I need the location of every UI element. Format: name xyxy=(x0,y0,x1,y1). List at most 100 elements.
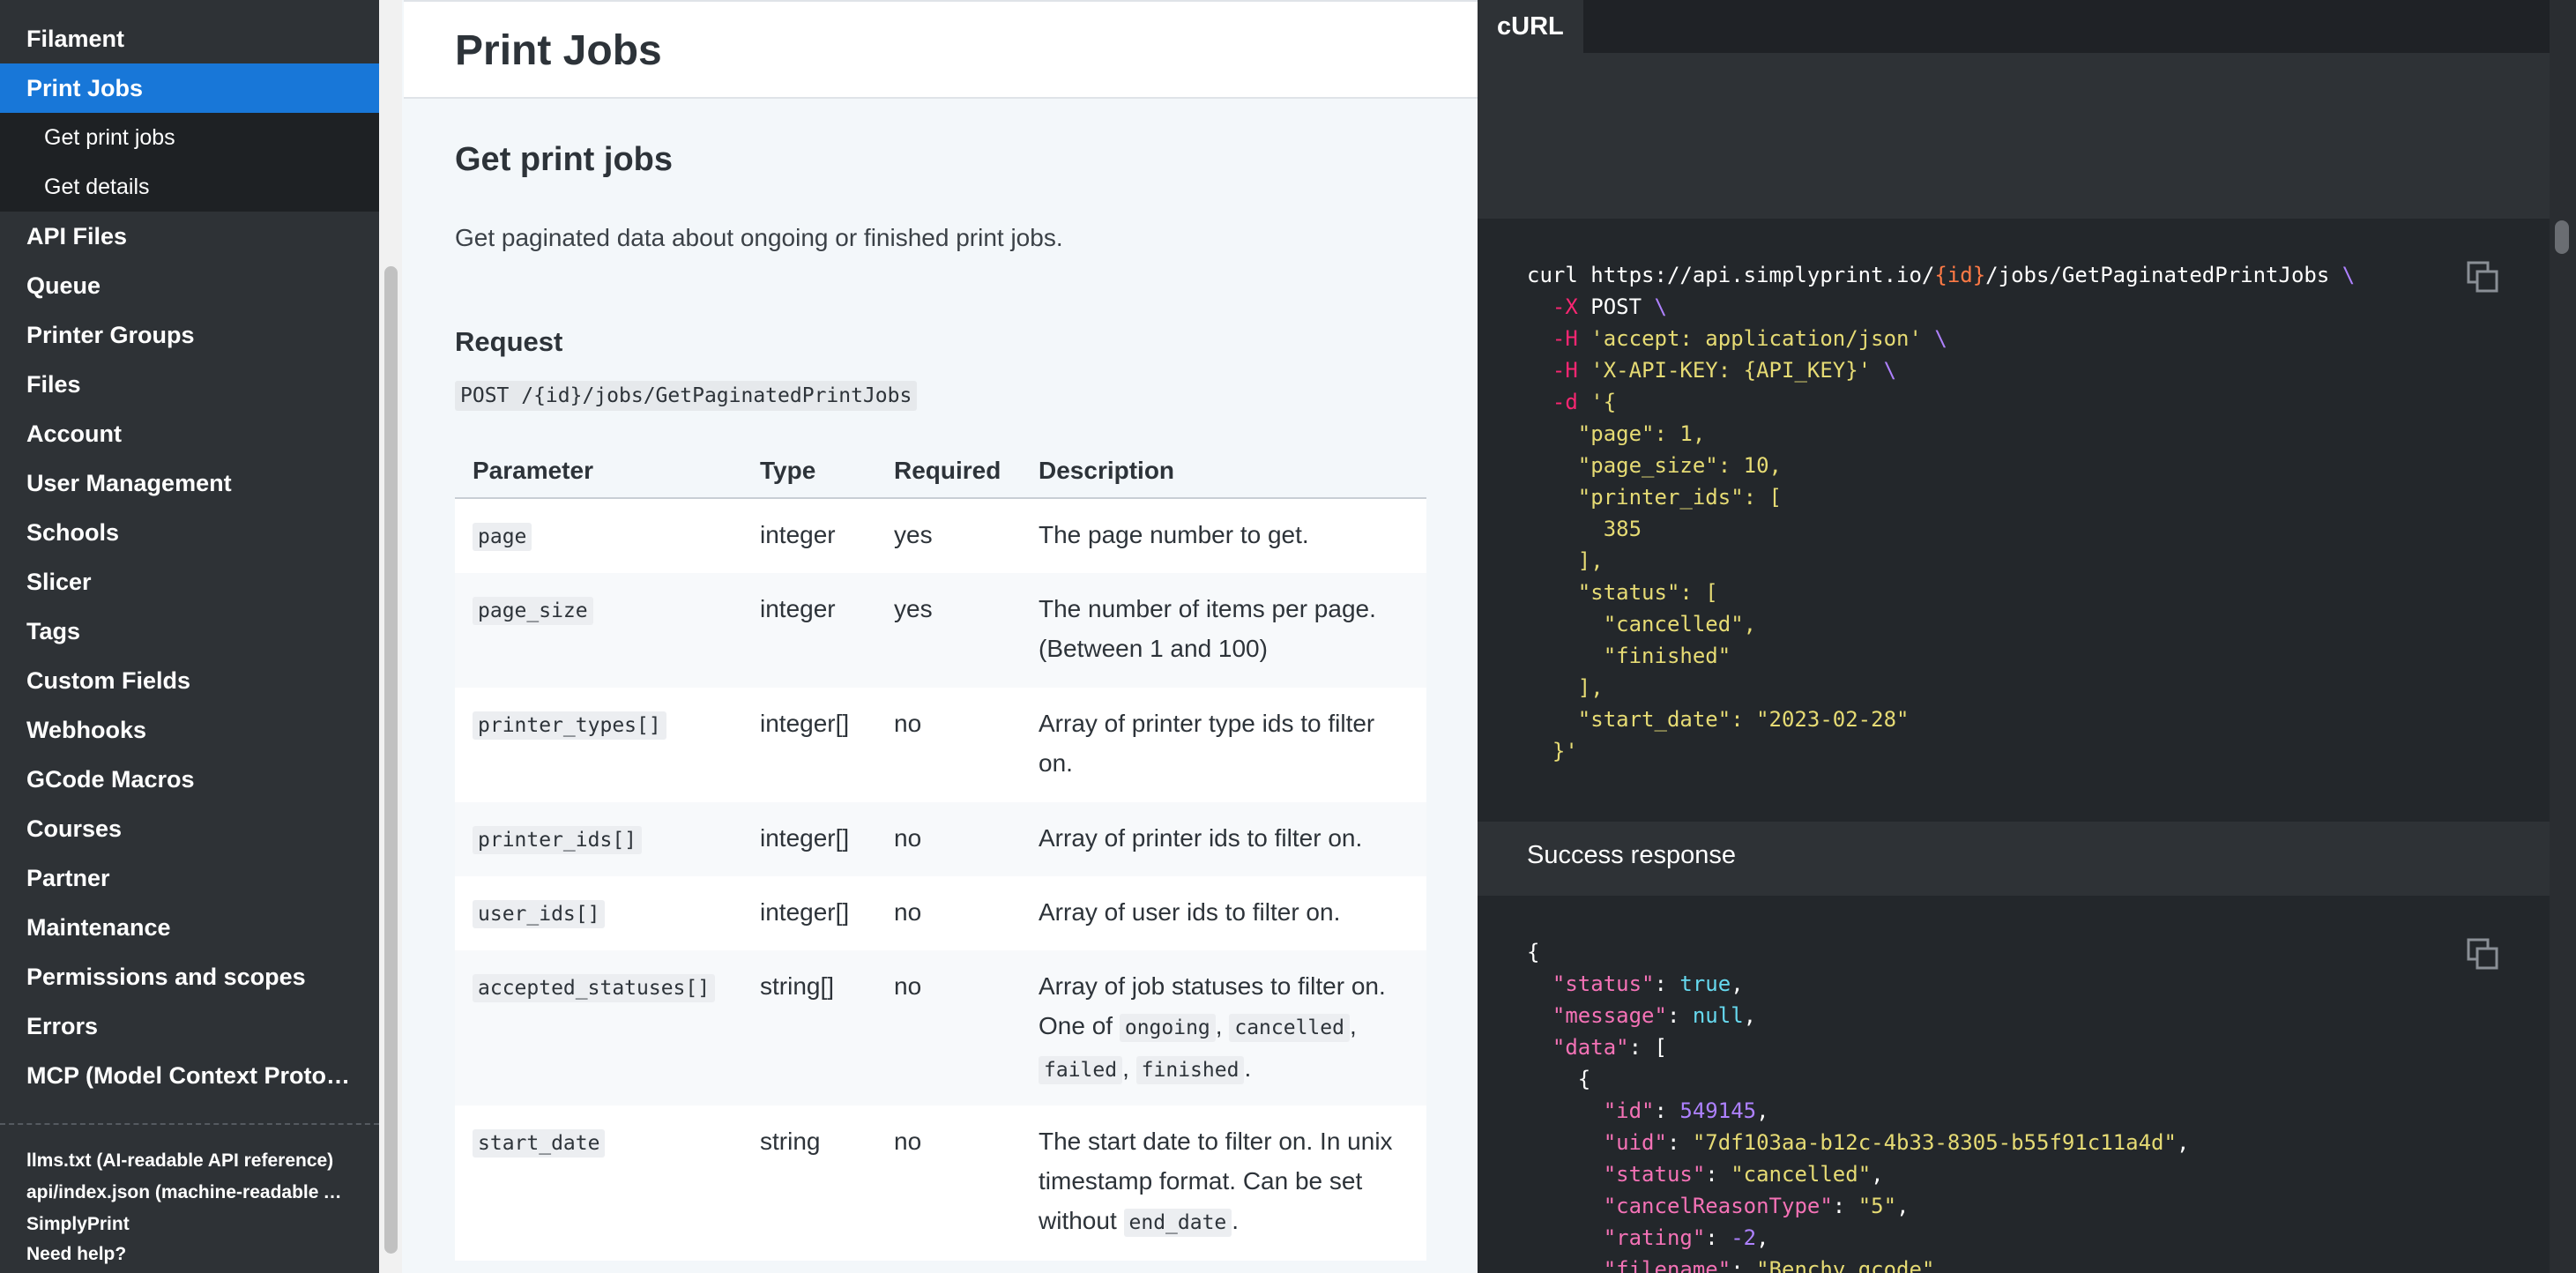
sidebar-item-printer-groups[interactable]: Printer Groups xyxy=(0,310,379,360)
sidebar-item-label: Files xyxy=(26,370,81,398)
sidebar-subitem-get-print-jobs[interactable]: Get print jobs xyxy=(0,113,379,162)
sidebar-subitem-get-details[interactable]: Get details xyxy=(0,162,379,212)
sidebar-item-label: Maintenance xyxy=(26,913,171,941)
copy-icon[interactable] xyxy=(2465,936,2500,972)
param-type: integer xyxy=(760,595,836,622)
sidebar-item-print-jobs[interactable]: Print Jobs xyxy=(0,63,379,113)
sidebar-item-label: Courses xyxy=(26,815,123,842)
sidebar-item-label: Permissions and scopes xyxy=(26,963,306,990)
sidebar-item-errors[interactable]: Errors xyxy=(0,1001,379,1051)
code-panel-scrollbar-thumb[interactable] xyxy=(2555,220,2569,254)
tab-curl[interactable]: cURL xyxy=(1478,0,1583,53)
sidebar-item-maintenance[interactable]: Maintenance xyxy=(0,903,379,952)
code-panel-scrollbar[interactable] xyxy=(2550,0,2576,1273)
code-line: ], xyxy=(1527,675,1604,700)
sidebar-item-label: Tags xyxy=(26,617,81,644)
sidebar-item-filament[interactable]: Filament xyxy=(0,14,379,63)
code-line: "rating": -2, xyxy=(1603,1225,1769,1250)
sidebar-item-api-files[interactable]: API Files xyxy=(0,212,379,261)
sidebar-item-courses[interactable]: Courses xyxy=(0,804,379,853)
sidebar-divider xyxy=(0,1123,379,1125)
param-type: integer[] xyxy=(760,898,850,926)
code-line: "status": true, xyxy=(1552,972,1744,996)
section-title: Get print jobs xyxy=(455,141,673,178)
sidebar: Filament Print Jobs Get print jobs Get d… xyxy=(0,0,379,1273)
section-description: Get paginated data about ongoing or fini… xyxy=(455,224,1063,251)
param-description: Array of job statuses to filter on. One … xyxy=(1039,966,1418,1091)
sidebar-item-user-management[interactable]: User Management xyxy=(0,458,379,508)
sidebar-item-schools[interactable]: Schools xyxy=(0,508,379,557)
sidebar-item-slicer[interactable]: Slicer xyxy=(0,557,379,607)
code-line: "finished" xyxy=(1527,644,1731,668)
sidebar-item-mcp[interactable]: MCP (Model Context Protocol) xyxy=(0,1051,379,1100)
code-panel: cURL curl https://api.simplyprint.io/{id… xyxy=(1478,0,2576,1273)
sidebar-item-custom-fields[interactable]: Custom Fields xyxy=(0,656,379,705)
sidebar-item-permissions-and-scopes[interactable]: Permissions and scopes xyxy=(0,952,379,1001)
code-line: "cancelReasonType": "5", xyxy=(1603,1194,1910,1218)
sidebar-item-gcode-macros[interactable]: GCode Macros xyxy=(0,755,379,804)
param-type: integer xyxy=(760,521,836,548)
param-name: start_date xyxy=(473,1129,606,1158)
footer-link-api-index-json[interactable]: api/index.json (machine-readable API spe… xyxy=(26,1178,353,1208)
code-line: "start_date": "2023-02-28" xyxy=(1527,707,1910,732)
sidebar-item-label: Schools xyxy=(26,518,120,546)
table-row: accepted_statuses[] string[] no Array of… xyxy=(455,950,1426,1106)
code-line: "page_size": 10, xyxy=(1527,453,1782,478)
code-line: "filename": "Benchy.gcode", xyxy=(1603,1257,1947,1273)
footer-link-simplyprint[interactable]: SimplyPrint xyxy=(26,1210,353,1240)
param-type: integer[] xyxy=(760,824,850,852)
sidebar-item-label: Partner xyxy=(26,864,110,891)
code-line: -H 'X-API-KEY: {API_KEY}' \ xyxy=(1552,358,1897,383)
code-line: "cancelled", xyxy=(1527,612,1757,636)
param-required: no xyxy=(894,824,922,852)
param-required: no xyxy=(894,710,922,737)
sidebar-item-label: Get print jobs xyxy=(44,124,175,150)
table-row: user_ids[] integer[] no Array of user id… xyxy=(455,876,1426,950)
param-description: Array of user ids to filter on. xyxy=(1039,898,1341,926)
response-label: Success response xyxy=(1527,841,1736,869)
code-line: "status": [ xyxy=(1527,580,1718,605)
footer-link-llms-txt[interactable]: llms.txt (AI-readable API reference) xyxy=(26,1146,353,1176)
sidebar-item-webhooks[interactable]: Webhooks xyxy=(0,705,379,755)
param-type: string xyxy=(760,1128,821,1155)
code-line: }' xyxy=(1527,739,1578,763)
sidebar-item-label: User Management xyxy=(26,469,232,496)
sidebar-item-label: Get details xyxy=(44,174,150,199)
code-line: 385 xyxy=(1527,517,1642,541)
code-line: "uid": "7df103aa-b12c-4b33-8305-b55f91c1… xyxy=(1603,1130,2190,1155)
param-name: printer_types[] xyxy=(473,711,666,740)
param-name: accepted_statuses[] xyxy=(473,974,716,1002)
code-line: "id": 549145, xyxy=(1603,1098,1769,1123)
code-line: { xyxy=(1527,940,1540,964)
sidebar-item-label: Filament xyxy=(26,25,125,52)
code-tabbar: cURL xyxy=(1478,0,2550,53)
header-parameter: Parameter xyxy=(473,457,593,484)
code-line: { xyxy=(1527,1067,1591,1091)
sidebar-item-partner[interactable]: Partner xyxy=(0,853,379,903)
param-type: integer[] xyxy=(760,710,850,737)
param-description: Array of printer ids to filter on. xyxy=(1039,824,1363,852)
code-line: "data": [ xyxy=(1552,1035,1667,1060)
sidebar-item-account[interactable]: Account xyxy=(0,409,379,458)
status-code-finished: finished xyxy=(1135,1056,1245,1084)
table-row: page_size integer yes The number of item… xyxy=(455,573,1426,688)
table-row: start_date string no The start date to f… xyxy=(455,1106,1426,1261)
parameters-table: Parameter Type Required Description page… xyxy=(455,446,1426,1261)
sidebar-item-label: API Files xyxy=(26,222,128,249)
sidebar-item-queue[interactable]: Queue xyxy=(0,261,379,310)
param-description: The start date to filter on. In unix tim… xyxy=(1039,1121,1418,1243)
param-type: string[] xyxy=(760,972,835,1000)
code-line: -H 'accept: application/json' \ xyxy=(1552,326,1947,351)
sidebar-item-tags[interactable]: Tags xyxy=(0,607,379,656)
table-row: page integer yes The page number to get. xyxy=(455,499,1426,573)
sidebar-item-label: Slicer xyxy=(26,568,92,595)
copy-icon[interactable] xyxy=(2465,259,2500,294)
table-row: printer_ids[] integer[] no Array of prin… xyxy=(455,802,1426,876)
sidebar-scrollbar-thumb[interactable] xyxy=(384,266,398,1254)
footer-link-need-help[interactable]: Need help? xyxy=(26,1240,353,1269)
page-title: Print Jobs xyxy=(455,27,662,74)
code-line: curl https://api.simplyprint.io/{id}/job… xyxy=(1527,263,2356,287)
param-name: printer_ids[] xyxy=(473,826,643,854)
sidebar-item-files[interactable]: Files xyxy=(0,360,379,409)
code-line: "page": 1, xyxy=(1527,421,1706,446)
